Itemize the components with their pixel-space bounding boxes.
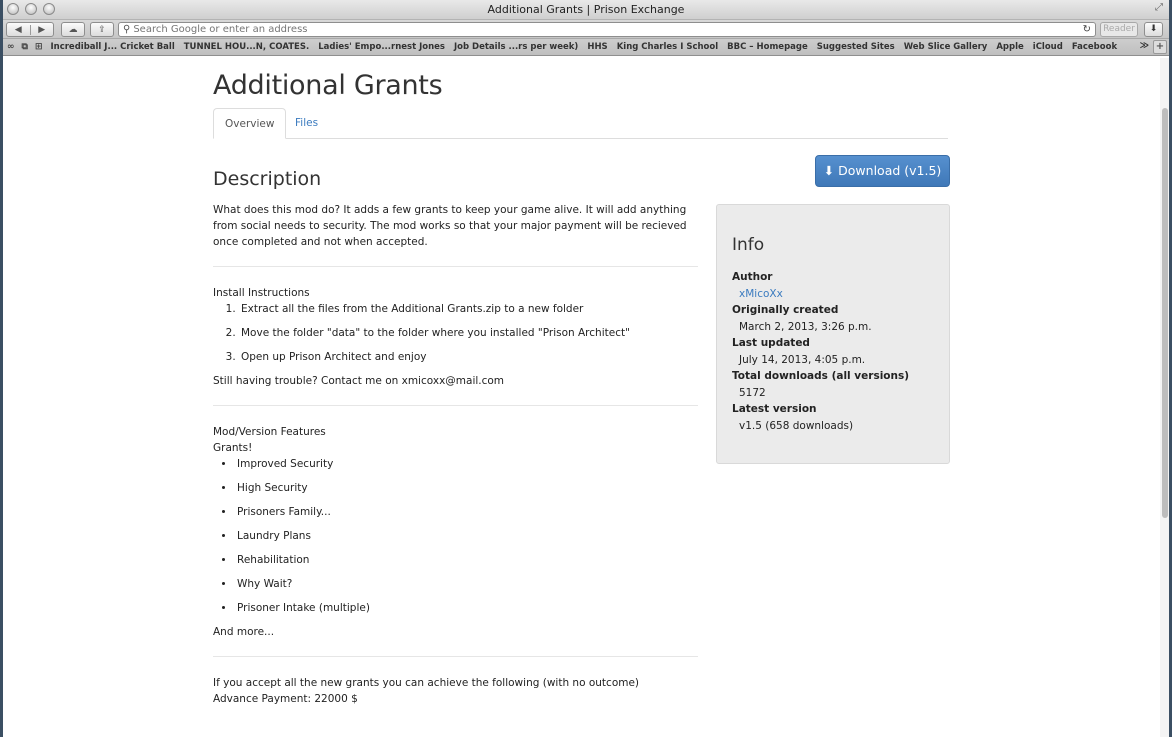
list-item: Open up Prison Architect and enjoy [239, 349, 698, 365]
divider [213, 266, 698, 267]
scrollbar-thumb[interactable] [1162, 108, 1168, 518]
divider [213, 656, 698, 657]
bookmark-item[interactable]: iCloud [1033, 42, 1063, 52]
latest-version-value: v1.5 (658 downloads) [739, 419, 854, 432]
bookmark-item[interactable]: Job Details ...rs per week) [454, 42, 578, 52]
updated-label: Last updated [732, 337, 810, 349]
author-value: xMicoXx [732, 286, 934, 303]
fullscreen-icon[interactable]: ⤢ [1155, 2, 1163, 13]
advance-payment-text: Advance Payment: 22000 $ [213, 693, 358, 705]
downloads-label: Total downloads (all versions) [732, 370, 910, 382]
bookmark-item[interactable]: Apple [996, 42, 1023, 52]
author-link[interactable]: xMicoXx [739, 288, 783, 300]
window-title: Additional Grants | Prison Exchange [487, 3, 685, 16]
trouble-text: Still having trouble? Contact me on xmic… [213, 375, 505, 387]
forward-icon[interactable]: ▶ [29, 24, 54, 35]
list-item: Prisoners Family... [235, 504, 698, 520]
download-button[interactable]: ⬇ Download (v1.5) [815, 155, 950, 187]
list-item: Prisoner Intake (multiple) [235, 600, 698, 616]
page-title: Additional Grants [213, 70, 443, 101]
intro-text: What does this mod do? It adds a few gra… [213, 204, 687, 248]
info-panel: Info Author xMicoXx Originally created M… [716, 204, 950, 464]
grants-list: Improved Security High Security Prisoner… [213, 456, 698, 616]
share-icon: ⇪ [98, 24, 106, 35]
list-item: Improved Security [235, 456, 698, 472]
tab-overview[interactable]: Overview [213, 108, 287, 139]
list-item: Why Wait? [235, 576, 698, 592]
reload-icon[interactable]: ↻ [1083, 23, 1091, 36]
bookmark-item[interactable]: Incrediball J... Cricket Ball [50, 42, 174, 52]
install-steps: Extract all the files from the Additiona… [213, 301, 698, 365]
tab-bar: Overview Files [213, 108, 948, 139]
bookmark-item[interactable]: BBC – Homepage [727, 42, 808, 52]
address-input[interactable] [133, 24, 1034, 35]
info-heading: Info [732, 235, 765, 255]
list-item: Extract all the files from the Additiona… [239, 301, 698, 317]
author-label: Author [732, 271, 773, 283]
icloud-tabs-button[interactable]: ☁ [61, 22, 85, 37]
list-item: Rehabilitation [235, 552, 698, 568]
search-icon: ⚲ [123, 24, 131, 35]
browser-window: Additional Grants | Prison Exchange ⤢ ◀ … [3, 0, 1169, 737]
list-item: High Security [235, 480, 698, 496]
bookmark-item[interactable]: King Charles I School [617, 42, 718, 52]
share-button[interactable]: ⇪ [90, 22, 114, 37]
more-bookmarks-icon[interactable]: ≫ [1140, 41, 1149, 51]
created-label: Originally created [732, 304, 839, 316]
description-body: What does this mod do? It adds a few gra… [213, 202, 698, 707]
tab-files[interactable]: Files [284, 108, 329, 139]
description-heading: Description [213, 168, 322, 190]
bookmark-item[interactable]: TUNNEL HOU...N, COATES. [184, 42, 309, 52]
bookmark-item[interactable]: Web Slice Gallery [904, 42, 988, 52]
accept-text: If you accept all the new grants you can… [213, 677, 640, 689]
new-tab-plus-icon[interactable]: + [1153, 40, 1167, 54]
bookmark-item[interactable]: Suggested Sites [817, 42, 895, 52]
downloads-button[interactable]: ⬇ [1144, 22, 1163, 37]
address-bar[interactable]: ⚲ ↻ [118, 22, 1096, 37]
vertical-scrollbar[interactable] [1160, 58, 1169, 737]
latest-version-label: Latest version [732, 403, 817, 415]
cloud-icon: ☁ [68, 24, 78, 35]
divider [213, 405, 698, 406]
updated-value: July 14, 2013, 4:05 p.m. [739, 353, 866, 366]
bookmarks-bar: ∞ ⧉ ⊞ Incrediball J... Cricket Ball TUNN… [3, 39, 1169, 56]
bookmark-item[interactable]: Ladies' Empo...rnest Jones [318, 42, 445, 52]
title-bar: Additional Grants | Prison Exchange ⤢ [3, 0, 1169, 20]
created-value: March 2, 2013, 3:26 p.m. [739, 320, 872, 333]
download-arrow-icon: ⬇ [1149, 24, 1158, 34]
bookmarks-icons: ∞ ⧉ ⊞ [3, 42, 50, 52]
back-icon[interactable]: ◀ [7, 25, 30, 35]
page-viewport: Additional Grants Overview Files Descrip… [3, 58, 1169, 737]
reading-list-icon[interactable]: ∞ [7, 42, 15, 52]
reader-button[interactable]: Reader [1100, 22, 1138, 37]
features-heading: Mod/Version Features [213, 426, 326, 438]
back-forward-group: ◀ ▶ [6, 22, 54, 37]
and-more-text: And more... [213, 626, 275, 638]
bookmarks-book-icon[interactable]: ⧉ [22, 42, 28, 52]
top-sites-grid-icon[interactable]: ⊞ [35, 42, 43, 52]
downloads-value: 5172 [739, 386, 766, 399]
install-heading: Install Instructions [213, 287, 310, 299]
list-item: Move the folder "data" to the folder whe… [239, 325, 698, 341]
grants-label: Grants! [213, 442, 253, 454]
info-list: Author xMicoXx Originally created March … [732, 269, 934, 434]
bookmark-item[interactable]: HHS [587, 42, 607, 52]
bookmark-item[interactable]: Facebook [1072, 42, 1117, 52]
list-item: Laundry Plans [235, 528, 698, 544]
browser-toolbar: ◀ ▶ ☁ ⇪ ⚲ ↻ Reader ⬇ [3, 20, 1169, 39]
